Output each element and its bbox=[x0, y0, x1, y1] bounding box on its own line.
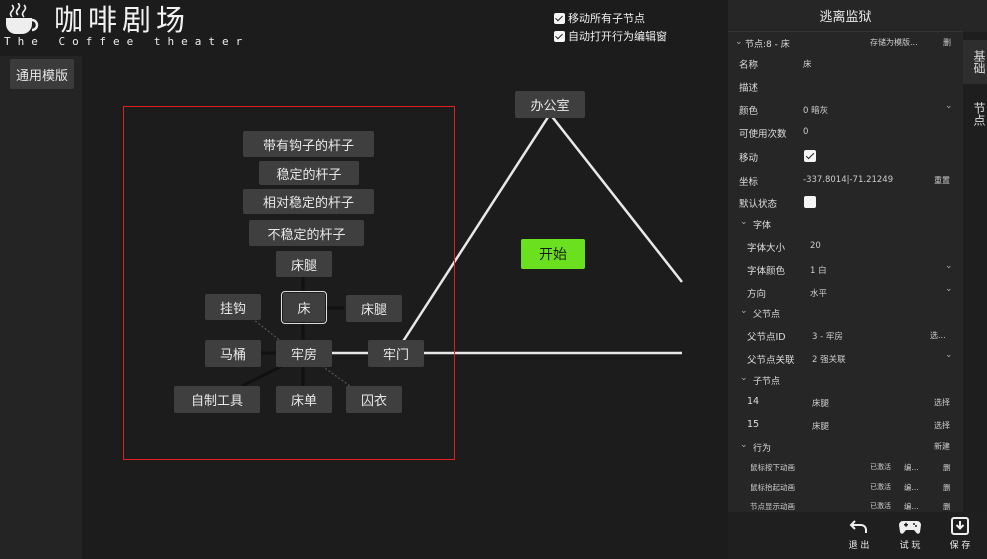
move-children-checkbox[interactable] bbox=[554, 12, 565, 24]
save-button[interactable]: 保 存 bbox=[940, 516, 980, 556]
node-hook[interactable]: 挂钩 bbox=[205, 294, 261, 320]
font-color-select[interactable]: 1 白 bbox=[810, 264, 827, 276]
exit-label: 退 出 bbox=[848, 541, 870, 551]
node-relatively-stable-pole[interactable]: 相对稳定的杆子 bbox=[243, 189, 374, 214]
tab-node[interactable]: 节点 bbox=[963, 92, 987, 136]
auto-open-editor-option[interactable]: 自动打开行为编辑窗 bbox=[554, 28, 667, 44]
behavior-status: 已激活 bbox=[870, 502, 891, 510]
behavior-status: 已激活 bbox=[870, 483, 891, 491]
font-size-label: 字体大小 bbox=[747, 243, 786, 254]
collapse-children-icon[interactable]: ⌄ bbox=[740, 373, 748, 383]
font-size-field[interactable]: 20 bbox=[810, 241, 821, 251]
node-bed-leg-right[interactable]: 床腿 bbox=[346, 295, 402, 322]
download-save-icon bbox=[951, 517, 969, 535]
select-child-button[interactable]: 选择 bbox=[934, 420, 950, 431]
edit-behavior-button[interactable]: 编... bbox=[904, 462, 919, 473]
behavior-header: 行为 bbox=[753, 444, 772, 454]
child-name: 床腿 bbox=[812, 399, 830, 409]
panel-title: 逃离监狱 bbox=[728, 0, 963, 32]
collapse-font-icon[interactable]: ⌄ bbox=[740, 217, 748, 227]
node-stable-pole[interactable]: 稳定的杆子 bbox=[259, 161, 359, 185]
collapse-behavior-icon[interactable]: ⌄ bbox=[740, 440, 748, 450]
collapse-parent-icon[interactable]: ⌄ bbox=[740, 306, 748, 316]
font-color-label: 字体颜色 bbox=[747, 266, 786, 277]
undo-icon bbox=[849, 520, 867, 533]
node-header: 节点:8 - 床 bbox=[745, 40, 790, 50]
chevron-down-icon[interactable]: ⌄ bbox=[945, 261, 953, 271]
chevron-down-icon[interactable]: ⌄ bbox=[945, 284, 953, 294]
node-canvas[interactable]: 带有钩子的杆子 稳定的杆子 相对稳定的杆子 不稳定的杆子 床腿 挂钩 床 床腿 … bbox=[82, 0, 728, 559]
chevron-down-icon[interactable]: ⌄ bbox=[945, 350, 953, 360]
new-behavior-button[interactable]: 新建 bbox=[934, 441, 950, 452]
uses-field[interactable]: 0 bbox=[803, 127, 808, 137]
parent-relation-label: 父节点关联 bbox=[747, 355, 795, 366]
auto-open-editor-checkbox[interactable] bbox=[554, 30, 565, 42]
tab-basic[interactable]: 基础 bbox=[963, 40, 987, 84]
default-state-label: 默认状态 bbox=[739, 199, 778, 210]
node-cell[interactable]: 牢房 bbox=[276, 340, 332, 367]
collapse-node-icon[interactable]: ⌄ bbox=[735, 37, 743, 47]
direction-select[interactable]: 水平 bbox=[810, 287, 827, 299]
behavior-name: 鼠标按下动画 bbox=[750, 463, 795, 472]
color-label: 颜色 bbox=[739, 106, 759, 117]
coffee-cup-icon bbox=[6, 3, 39, 34]
node-toilet[interactable]: 马桶 bbox=[205, 340, 261, 367]
coord-label: 坐标 bbox=[739, 177, 759, 188]
left-sidebar bbox=[0, 56, 82, 559]
parent-id-label: 父节点ID bbox=[747, 332, 786, 343]
move-children-label: 移动所有子节点 bbox=[568, 12, 645, 25]
node-bed-leg-top[interactable]: 床腿 bbox=[276, 251, 332, 277]
child-name: 床腿 bbox=[812, 422, 830, 432]
parent-id-field[interactable]: 3 - 牢房 bbox=[812, 330, 843, 342]
common-template-button[interactable]: 通用模版 bbox=[10, 59, 74, 89]
move-label: 移动 bbox=[739, 153, 759, 164]
desc-field[interactable] bbox=[800, 78, 958, 94]
gamepad-icon bbox=[899, 521, 921, 534]
behavior-name: 节点显示动画 bbox=[750, 502, 795, 511]
save-as-template-button[interactable]: 存储为模版... bbox=[870, 37, 918, 48]
node-office[interactable]: 办公室 bbox=[515, 91, 585, 118]
direction-label: 方向 bbox=[747, 289, 767, 300]
parent-header: 父节点 bbox=[753, 310, 781, 320]
delete-node-button[interactable]: 删 bbox=[943, 37, 951, 48]
uses-label: 可使用次数 bbox=[739, 129, 787, 140]
child-id: 15 bbox=[747, 419, 760, 430]
test-play-label: 试 玩 bbox=[899, 541, 921, 551]
child-id: 14 bbox=[747, 396, 760, 407]
node-prison-clothes[interactable]: 囚衣 bbox=[346, 386, 402, 413]
select-child-button[interactable]: 选择 bbox=[934, 397, 950, 408]
node-homemade-tool[interactable]: 自制工具 bbox=[174, 386, 260, 413]
delete-behavior-button[interactable]: 删 bbox=[943, 501, 951, 512]
behavior-name: 鼠标抬起动画 bbox=[750, 483, 795, 492]
move-children-option[interactable]: 移动所有子节点 bbox=[554, 10, 645, 26]
color-select[interactable]: 0 暗灰 bbox=[803, 104, 828, 116]
edit-behavior-button[interactable]: 编... bbox=[904, 501, 919, 512]
children-header: 子节点 bbox=[753, 377, 781, 387]
node-hook-pole[interactable]: 带有钩子的杆子 bbox=[243, 131, 374, 157]
node-start[interactable]: 开始 bbox=[521, 239, 585, 269]
node-bedsheet[interactable]: 床单 bbox=[276, 386, 332, 413]
parent-relation-select[interactable]: 2 强关联 bbox=[812, 353, 846, 365]
test-play-button[interactable]: 试 玩 bbox=[890, 516, 930, 556]
chevron-down-icon[interactable]: ⌄ bbox=[945, 101, 953, 111]
edit-behavior-button[interactable]: 编... bbox=[904, 482, 919, 493]
node-unstable-pole[interactable]: 不稳定的杆子 bbox=[249, 220, 364, 246]
font-header: 字体 bbox=[753, 221, 772, 231]
save-label: 保 存 bbox=[949, 541, 971, 551]
reset-coord-button[interactable]: 重置 bbox=[934, 175, 950, 186]
coord-field[interactable]: -337.8014|-71.21249 bbox=[803, 175, 893, 185]
desc-label: 描述 bbox=[739, 83, 759, 94]
name-label: 名称 bbox=[739, 60, 759, 71]
behavior-status: 已激活 bbox=[870, 463, 891, 471]
node-cell-door[interactable]: 牢门 bbox=[368, 340, 424, 367]
exit-button[interactable]: 退 出 bbox=[839, 516, 879, 556]
move-checkbox[interactable] bbox=[804, 150, 816, 162]
delete-behavior-button[interactable]: 删 bbox=[943, 482, 951, 493]
name-field[interactable]: 床 bbox=[803, 58, 812, 70]
auto-open-editor-label: 自动打开行为编辑窗 bbox=[568, 30, 667, 43]
default-state-checkbox[interactable] bbox=[804, 196, 816, 208]
select-parent-button[interactable]: 选... bbox=[930, 330, 946, 341]
delete-behavior-button[interactable]: 删 bbox=[943, 462, 951, 473]
node-bed-selected[interactable]: 床 bbox=[281, 291, 327, 324]
